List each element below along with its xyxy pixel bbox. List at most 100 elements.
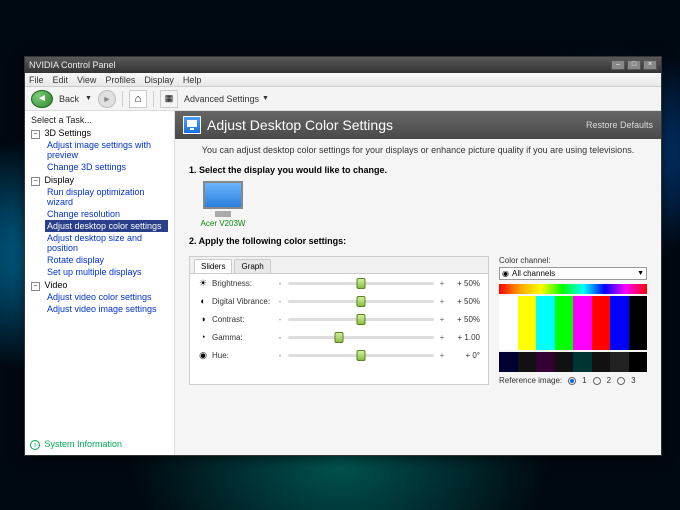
sliders-panel: Sliders Graph ☀Brightness:-++ 50%◐Digita… [189,256,489,385]
increment-button[interactable]: + [438,333,446,342]
tree-item[interactable]: Change 3D settings [45,161,168,173]
titlebar[interactable]: NVIDIA Control Panel – □ × [25,57,661,73]
grid-icon: ▦ [165,93,174,104]
slider-row-vibrance: ◐Digital Vibrance:-++ 50% [190,292,488,310]
slider-thumb[interactable] [357,350,366,361]
content-pane: Adjust Desktop Color Settings Restore De… [175,111,661,455]
menu-file[interactable]: File [29,75,44,85]
color-channel-label: Color channel: [499,256,647,265]
slider-track[interactable] [288,300,434,303]
decrement-button[interactable]: - [276,333,284,342]
home-button[interactable]: ⌂ [129,90,147,108]
color-test-pattern [499,296,647,350]
chevron-down-icon: ▼ [262,95,269,102]
color-channel-select[interactable]: ◉ All channels ▼ [499,267,647,280]
tree-group-video[interactable]: Video [45,280,68,290]
slider-track[interactable] [288,354,434,357]
hue-icon: ◉ [198,350,208,360]
tree-item[interactable]: Adjust video color settings [45,291,168,303]
dark-test-pattern [499,352,647,372]
menu-edit[interactable]: Edit [53,75,69,85]
slider-row-hue: ◉ Hue:- + + 0° [190,346,488,364]
tree-item[interactable]: Adjust desktop size and position [45,232,168,254]
tree-item[interactable]: Set up multiple displays [45,266,168,278]
menu-view[interactable]: View [77,75,96,85]
slider-thumb[interactable] [357,296,366,307]
decrement-button[interactable]: - [276,297,284,306]
tab-sliders[interactable]: Sliders [194,259,232,273]
step2-title: 2. Apply the following color settings: [189,236,647,246]
brightness-icon: ☀ [198,278,208,288]
slider-track[interactable] [288,318,434,321]
view-mode-button[interactable]: ▦ [160,90,178,108]
tree-item-selected[interactable]: Adjust desktop color settings [45,220,168,232]
monitor-icon [183,116,201,134]
menu-help[interactable]: Help [183,75,202,85]
task-sidebar: Select a Task... − 3D Settings Adjust im… [25,111,175,455]
menubar: File Edit View Profiles Display Help [25,73,661,87]
slider-track[interactable] [288,336,434,339]
close-button[interactable]: × [643,60,657,70]
increment-button[interactable]: + [438,351,446,360]
slider-row-contrast: ◑Contrast:-++ 50% [190,310,488,328]
back-dropdown-icon[interactable]: ▼ [85,95,92,102]
menu-profiles[interactable]: Profiles [105,75,135,85]
tree-group-3d[interactable]: 3D Settings [45,128,92,138]
slider-value: + 50% [450,297,480,306]
increment-button[interactable]: + [438,297,446,306]
tab-graph[interactable]: Graph [234,259,270,273]
tree-item[interactable]: Rotate display [45,254,168,266]
contrast-icon: ◑ [198,314,208,324]
slider-track[interactable] [288,282,434,285]
tree-item[interactable]: Run display optimization wizard [45,186,168,208]
reference-radio-3[interactable] [617,377,625,385]
advanced-settings-dropdown[interactable]: Advanced Settings ▼ [184,94,269,104]
slider-row-brightness: ☀ Brightness:- + + 50% [190,274,488,292]
channel-icon: ◉ [502,269,509,278]
slider-label: Hue: [212,351,272,360]
tree-item[interactable]: Adjust image settings with preview [45,139,168,161]
info-icon: i [30,440,40,450]
sidebar-header: Select a Task... [31,115,168,125]
slider-value: + 50% [450,279,480,288]
slider-value: + 0° [450,351,480,360]
page-title: Adjust Desktop Color Settings [207,117,586,133]
maximize-button[interactable]: □ [627,60,641,70]
tree-toggle-3d[interactable]: − [31,130,40,139]
tree-item[interactable]: Change resolution [45,208,168,220]
decrement-button[interactable]: - [276,315,284,324]
slider-thumb[interactable] [357,314,366,325]
decrement-button[interactable]: - [276,279,284,288]
menu-display[interactable]: Display [144,75,174,85]
page-header: Adjust Desktop Color Settings Restore De… [175,111,661,139]
increment-button[interactable]: + [438,315,446,324]
gamma-icon: ◔ [198,332,208,342]
back-label: Back [59,94,79,104]
forward-button[interactable]: ► [98,90,116,108]
monitor-label: Acer V203W [199,219,247,228]
increment-button[interactable]: + [438,279,446,288]
system-information-link[interactable]: i System Information [30,439,122,450]
reference-radio-1[interactable] [568,377,576,385]
slider-row-gamma: ◔ Gamma:- + + 1.00 [190,328,488,346]
back-button[interactable]: ◄ [31,90,53,108]
window-title: NVIDIA Control Panel [29,60,611,70]
slider-value: + 50% [450,315,480,324]
slider-label: Gamma: [212,333,272,342]
slider-label: Brightness: [212,279,272,288]
decrement-button[interactable]: - [276,351,284,360]
minimize-button[interactable]: – [611,60,625,70]
restore-defaults-link[interactable]: Restore Defaults [586,120,653,130]
slider-thumb[interactable] [357,278,366,289]
slider-value: + 1.00 [450,333,480,342]
step1-title: 1. Select the display you would like to … [189,165,647,175]
tree-toggle-display[interactable]: − [31,177,40,186]
slider-label: Digital Vibrance: [212,297,272,306]
page-description: You can adjust desktop color settings fo… [175,139,661,161]
tree-group-display[interactable]: Display [45,175,75,185]
display-selector[interactable]: Acer V203W [199,181,247,228]
slider-thumb[interactable] [335,332,344,343]
reference-radio-2[interactable] [593,377,601,385]
tree-item[interactable]: Adjust video image settings [45,303,168,315]
tree-toggle-video[interactable]: − [31,282,40,291]
